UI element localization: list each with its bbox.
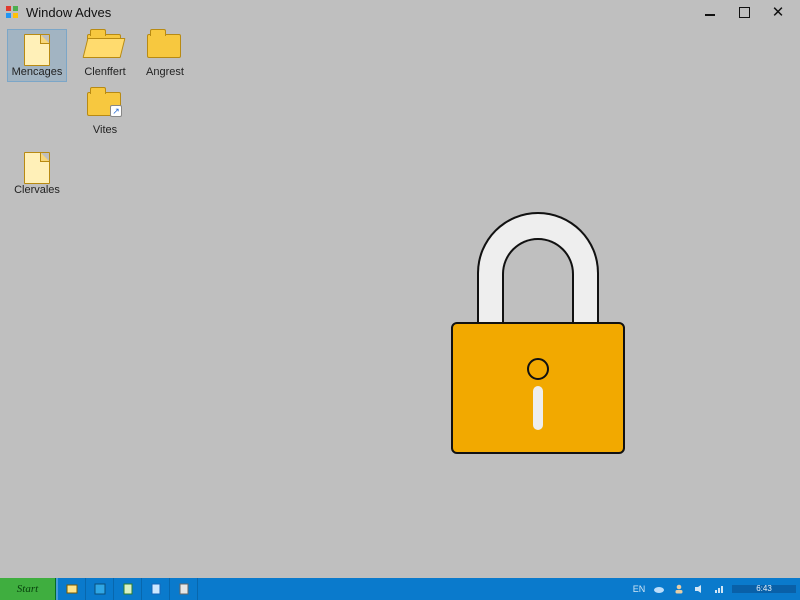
taskbar-item-1[interactable]	[58, 578, 86, 600]
start-button[interactable]: Start	[0, 578, 56, 600]
tray-lang-icon[interactable]: EN	[632, 582, 646, 596]
taskbar: Start EN 6:43	[0, 578, 800, 600]
maximize-button[interactable]	[732, 3, 756, 21]
icon-label: Clenffert	[76, 66, 134, 81]
desktop[interactable]: Mencages Clenffert Angrest ↗ Vites Clerv…	[0, 24, 800, 578]
app-icon	[4, 4, 20, 20]
taskbar-clock[interactable]: 6:43	[732, 585, 796, 594]
file-icon	[19, 34, 55, 64]
window-title: Window Adves	[26, 5, 111, 20]
minimize-button[interactable]	[698, 3, 722, 21]
lock-icon	[438, 214, 638, 464]
taskbar-item-3[interactable]	[114, 578, 142, 600]
folder-icon: ↗	[87, 92, 123, 122]
taskbar-item-5[interactable]	[170, 578, 198, 600]
system-tray: EN 6:43	[628, 578, 800, 600]
icon-label: Vites	[76, 124, 134, 139]
taskbar-item-4[interactable]	[142, 578, 170, 600]
icon-label: Angrest	[136, 66, 194, 81]
folder-icon	[147, 34, 183, 64]
tray-volume-icon[interactable]	[692, 582, 706, 596]
desktop-icon-angrest[interactable]: Angrest	[136, 30, 194, 81]
clock-line-1: 6:43	[756, 585, 772, 594]
tray-network-icon[interactable]	[712, 582, 726, 596]
file-icon	[19, 152, 55, 182]
taskbar-item-2[interactable]	[86, 578, 114, 600]
window-controls: ✕	[698, 3, 796, 21]
desktop-icon-clervales[interactable]: Clervales	[8, 148, 66, 199]
shortcut-overlay-icon: ↗	[110, 105, 122, 117]
desktop-icon-vites[interactable]: ↗ Vites	[76, 88, 134, 139]
close-button[interactable]: ✕	[766, 3, 790, 21]
icon-label: Clervales	[8, 184, 66, 199]
icon-label: Mencages	[8, 66, 66, 81]
folder-icon	[87, 34, 123, 64]
desktop-icon-clenffert[interactable]: Clenffert	[76, 30, 134, 81]
tray-user-icon[interactable]	[672, 582, 686, 596]
desktop-icon-mencages[interactable]: Mencages	[8, 30, 66, 81]
tray-cloud-icon[interactable]	[652, 582, 666, 596]
titlebar: Window Adves ✕	[0, 0, 800, 24]
